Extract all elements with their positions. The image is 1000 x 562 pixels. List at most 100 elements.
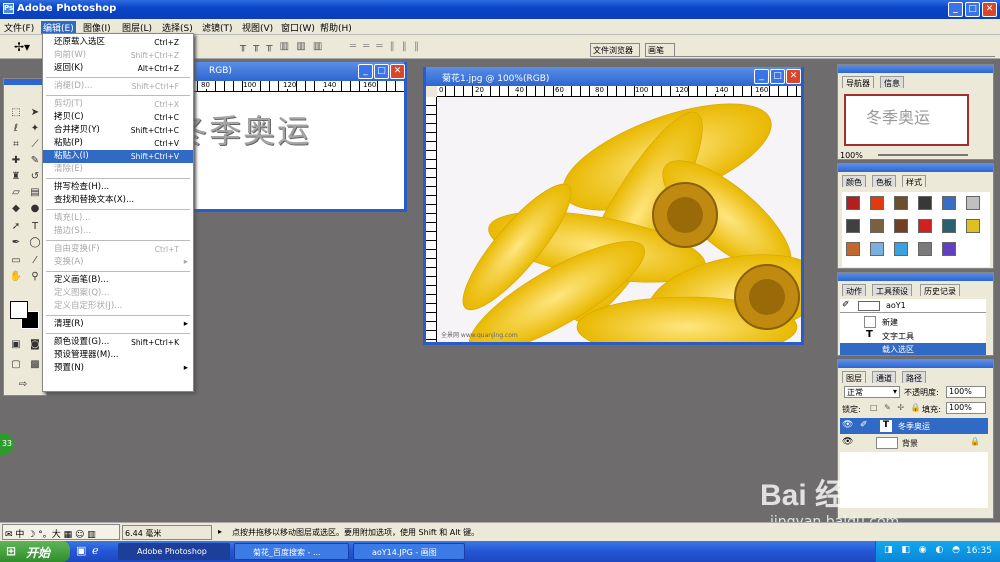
doc2-close[interactable]: ✕ [786,69,801,84]
tab-channels[interactable]: 通道 [872,371,896,383]
edit-menu-item[interactable]: 合并拷贝(Y) Shift+Ctrl+C [43,124,193,137]
edit-menu-item[interactable]: 颜色设置(G)... Shift+Ctrl+K [43,336,193,349]
style-swatch[interactable] [846,196,860,210]
edit-menu-item[interactable]: 查找和替换文本(X)... [43,194,193,207]
lasso-tool-icon[interactable]: ℓ [7,121,25,136]
doc2-maximize[interactable]: □ [770,69,785,84]
edit-menu-item[interactable]: 预设管理器(M)... [43,349,193,362]
history-item[interactable]: T 文字工具 [840,329,986,343]
standard-mode-icon[interactable]: ▣ [7,337,25,352]
ie-icon[interactable]: ℯ [92,544,99,557]
style-swatch[interactable] [966,219,980,233]
tab-info[interactable]: 信息 [880,76,904,88]
style-swatch[interactable] [918,242,932,256]
task-paint[interactable]: aoY14.JPG - 画图 [353,543,465,560]
distribute-icons[interactable]: ═ ═ ═ ‖ ‖ ‖ [350,41,421,52]
tab-swatches[interactable]: 色板 [872,175,896,187]
eraser-tool-icon[interactable]: ▱ [7,185,25,200]
eye-icon[interactable]: 👁 [842,437,853,447]
edit-menu-item[interactable]: 拼写检查(H)... [43,181,193,194]
edit-menu-item[interactable]: 还原载入选区 Ctrl+Z [43,36,193,49]
style-swatch[interactable] [846,219,860,233]
tab-layers[interactable]: 图层 [842,371,866,383]
notes-tool-icon[interactable]: ▭ [7,253,25,268]
crop-tool-icon[interactable]: ⌗ [7,137,25,152]
screen-mode-icon[interactable]: ▢ [7,357,25,372]
path-select-icon[interactable]: ➚ [7,219,25,234]
jump-to-imageready-icon[interactable]: ⇨ [14,377,32,392]
lock-icons[interactable]: □ ✎ ✢ 🔒 [870,403,923,412]
doc2-canvas[interactable]: 全景网 www.quanjing.com [437,97,801,342]
blend-mode-select[interactable]: 正常 ▾ [844,386,900,398]
edit-menu-item[interactable]: 定义画笔(B)... [43,274,193,287]
eye-icon[interactable]: 👁 [842,420,853,430]
style-swatch[interactable] [894,219,908,233]
navigator-zoom-slider[interactable] [878,154,968,156]
menu-file[interactable]: 文件(F) [4,21,34,34]
layer-row-selected[interactable]: 👁 ✐ T 冬季奥运 [840,418,988,434]
tab-actions[interactable]: 动作 [842,284,866,296]
doc2-minimize[interactable]: _ [754,69,769,84]
blur-tool-icon[interactable]: ◆ [7,201,25,216]
close-button[interactable]: ✕ [982,2,997,17]
tab-navigator[interactable]: 导航器 [842,76,874,88]
history-item-selected[interactable]: 载入选区 [840,343,986,355]
task-browser[interactable]: 菊花_百度搜索 - ... [234,543,349,560]
foreground-color[interactable] [10,301,28,319]
doc1-minimize[interactable]: _ [358,64,373,79]
status-doc-size[interactable]: 6.44 毫米 [122,525,212,540]
move-tool-icon[interactable]: ✢▾ [14,40,30,54]
style-swatch[interactable] [942,196,956,210]
navigator-zoom[interactable]: 100% [840,151,863,160]
style-swatch[interactable] [918,196,932,210]
navigator-thumbnail[interactable]: 冬季奥运 [844,94,969,146]
style-swatch[interactable] [918,219,932,233]
tab-file-browser[interactable]: 文件浏览器 [590,43,640,57]
edit-menu-item[interactable]: 清理(R) ▸ [43,318,193,331]
tab-history[interactable]: 历史记录 [920,284,960,296]
style-swatch[interactable] [870,242,884,256]
task-photoshop[interactable]: Adobe Photoshop [118,543,230,560]
doc1-maximize[interactable]: □ [374,64,389,79]
tab-styles[interactable]: 样式 [902,175,926,187]
style-swatch[interactable] [894,242,908,256]
tray-icons[interactable]: ◨ ◧ ◉ ◐ ◓ [884,545,963,555]
maximize-button[interactable]: □ [965,2,980,17]
marquee-tool-icon[interactable]: ⬚ [7,105,25,120]
history-item[interactable]: 新建 [840,315,986,329]
hand-tool-icon[interactable]: ✋ [7,269,25,284]
ime-toolbar[interactable]: ✉ 中 ☽ °。大 ▦ ☺ ▥ [2,524,120,540]
fill-field[interactable]: 100% [946,402,986,414]
document-window-photo[interactable]: 菊花1.jpg @ 100%(RGB) _ □ ✕ 0 20 40 60 80 … [423,67,804,345]
style-swatch[interactable] [870,196,884,210]
status-arrow[interactable]: ▸ [218,527,222,536]
doc1-close[interactable]: ✕ [390,64,405,79]
tab-brushes[interactable]: 画笔 [645,43,675,57]
style-swatch[interactable] [966,196,980,210]
healing-brush-icon[interactable]: ✚ [7,153,25,168]
edit-menu-item[interactable]: 拷贝(C) Ctrl+C [43,111,193,124]
tab-color[interactable]: 颜色 [842,175,866,187]
style-swatch[interactable] [846,242,860,256]
clone-stamp-icon[interactable]: ♜ [7,169,25,184]
minimize-button[interactable]: _ [948,2,963,17]
edit-menu-item[interactable]: 预置(N) ▸ [43,362,193,375]
history-snapshot[interactable]: ✐ aoY1 [840,299,986,313]
align-icons[interactable]: ╥ ╥ ╥ ▥ ▥ ▥ [240,41,324,52]
edit-menu-item[interactable]: 粘贴(P) Ctrl+V [43,137,193,150]
style-swatch[interactable] [870,219,884,233]
show-desktop-icon[interactable]: ▣ [76,544,86,557]
edit-menu-item[interactable]: 返回(K) Alt+Ctrl+Z [43,62,193,75]
tab-paths[interactable]: 路径 [902,371,926,383]
menu-window[interactable]: 窗口(W) [281,21,315,34]
style-swatch[interactable] [942,242,956,256]
style-swatch[interactable] [894,196,908,210]
menu-view[interactable]: 视图(V) [242,21,273,34]
start-button[interactable]: ⊞ 开始 [0,541,70,562]
pen-tool-icon[interactable]: ✒ [7,235,25,250]
layer-row[interactable]: 👁 背景 🔒 [840,435,988,451]
menu-help[interactable]: 帮助(H) [320,21,352,34]
menu-filter[interactable]: 滤镜(T) [202,21,233,34]
tab-tool-presets[interactable]: 工具预设 [872,284,912,296]
style-swatch[interactable] [942,219,956,233]
